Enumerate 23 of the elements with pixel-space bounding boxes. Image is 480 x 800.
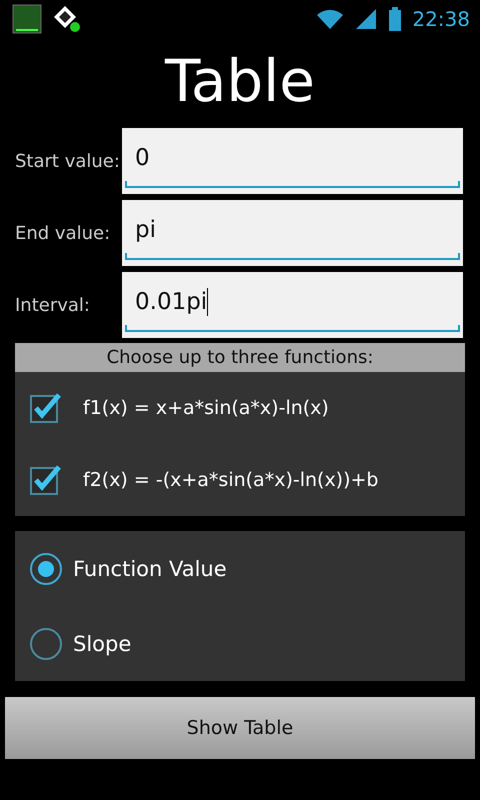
show-table-button[interactable]: Show Table (5, 697, 475, 759)
wifi-icon (316, 8, 344, 30)
radio-button[interactable] (29, 552, 63, 586)
input-field[interactable]: 0 (122, 128, 463, 194)
field-label: Interval: (15, 294, 91, 316)
function-label: f2(x) = -(x+a*sin(a*x)-ln(x))+b (83, 469, 378, 491)
radio-label: Slope (73, 632, 132, 656)
checked-checkbox[interactable] (29, 464, 63, 496)
input-field[interactable]: 0.01pi (122, 272, 463, 338)
function-label: f1(x) = x+a*sin(a*x)-ln(x) (83, 397, 329, 419)
field-label: Start value: (15, 150, 121, 172)
signal-icon (354, 8, 378, 30)
screen-title: Table (164, 46, 316, 117)
battery-icon (388, 7, 402, 31)
radio-button[interactable] (29, 626, 63, 660)
checked-checkbox[interactable] (29, 392, 63, 424)
app-icon (12, 4, 42, 34)
section-header: Choose up to three functions: (15, 343, 465, 372)
radio-label: Function Value (73, 556, 227, 580)
input-field[interactable]: pi (122, 200, 463, 266)
clock-time: 22:38 (412, 7, 470, 31)
diamond-icon (52, 4, 82, 34)
field-label: End value: (15, 222, 112, 244)
